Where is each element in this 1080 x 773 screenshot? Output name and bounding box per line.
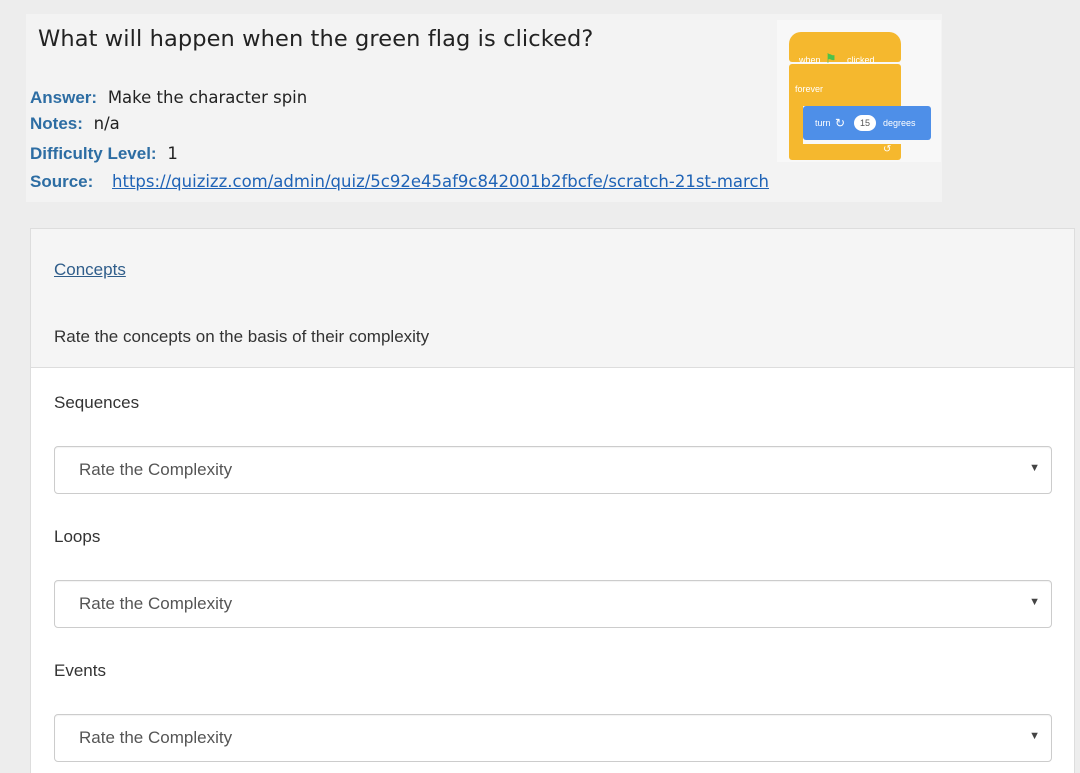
notes-value: n/a [93, 114, 120, 133]
degrees-value: 15 [854, 115, 876, 131]
concept-label-sequences: Sequences [54, 393, 140, 412]
question-title: What will happen when the green flag is … [38, 26, 594, 52]
panel-heading: Concepts Rate the concepts on the basis … [31, 229, 1074, 368]
select-value: Rate the Complexity [79, 728, 233, 747]
select-value: Rate the Complexity [79, 460, 233, 479]
select-value: Rate the Complexity [79, 594, 233, 613]
forever-text: forever [795, 84, 824, 94]
complexity-select-sequences[interactable]: Rate the Complexity ▼ [54, 446, 1052, 494]
loop-arrow-icon: ↺ [883, 144, 892, 155]
concepts-link[interactable]: Concepts [54, 260, 126, 280]
turn-text: turn [815, 118, 831, 128]
concept-label-events: Events [54, 661, 106, 680]
when-text: when [799, 55, 821, 65]
rotate-clockwise-icon: ↻ [835, 116, 846, 130]
caret-down-icon: ▼ [1029, 596, 1040, 608]
clicked-text: clicked [847, 55, 875, 65]
difficulty-value: 1 [167, 144, 178, 163]
complexity-select-loops[interactable]: Rate the Complexity ▼ [54, 580, 1052, 628]
panel-description: Rate the concepts on the basis of their … [54, 327, 430, 346]
degrees-text: degrees [883, 118, 916, 128]
notes-row: Notes: n/a [30, 114, 120, 134]
source-row: Source: https://quizizz.com/admin/quiz/5… [30, 172, 769, 192]
answer-value: Make the character spin [107, 88, 308, 107]
green-flag-icon: ⚑ [825, 51, 837, 66]
notes-label: Notes: [30, 114, 83, 133]
difficulty-label: Difficulty Level: [30, 144, 157, 163]
caret-down-icon: ▼ [1029, 462, 1040, 474]
complexity-select-events[interactable]: Rate the Complexity ▼ [54, 714, 1052, 762]
source-link[interactable]: https://quizizz.com/admin/quiz/5c92e45af… [112, 172, 769, 191]
source-label: Source: [30, 172, 94, 191]
answer-label: Answer: [30, 88, 98, 107]
difficulty-row: Difficulty Level: 1 [30, 144, 178, 164]
answer-row: Answer: Make the character spin [30, 88, 307, 108]
caret-down-icon: ▼ [1029, 730, 1040, 742]
scratch-code-image: when ⚑ clicked forever turn ↻ 15 degrees… [777, 20, 941, 162]
concepts-panel: Concepts Rate the concepts on the basis … [30, 228, 1075, 773]
concept-label-loops: Loops [54, 527, 101, 546]
